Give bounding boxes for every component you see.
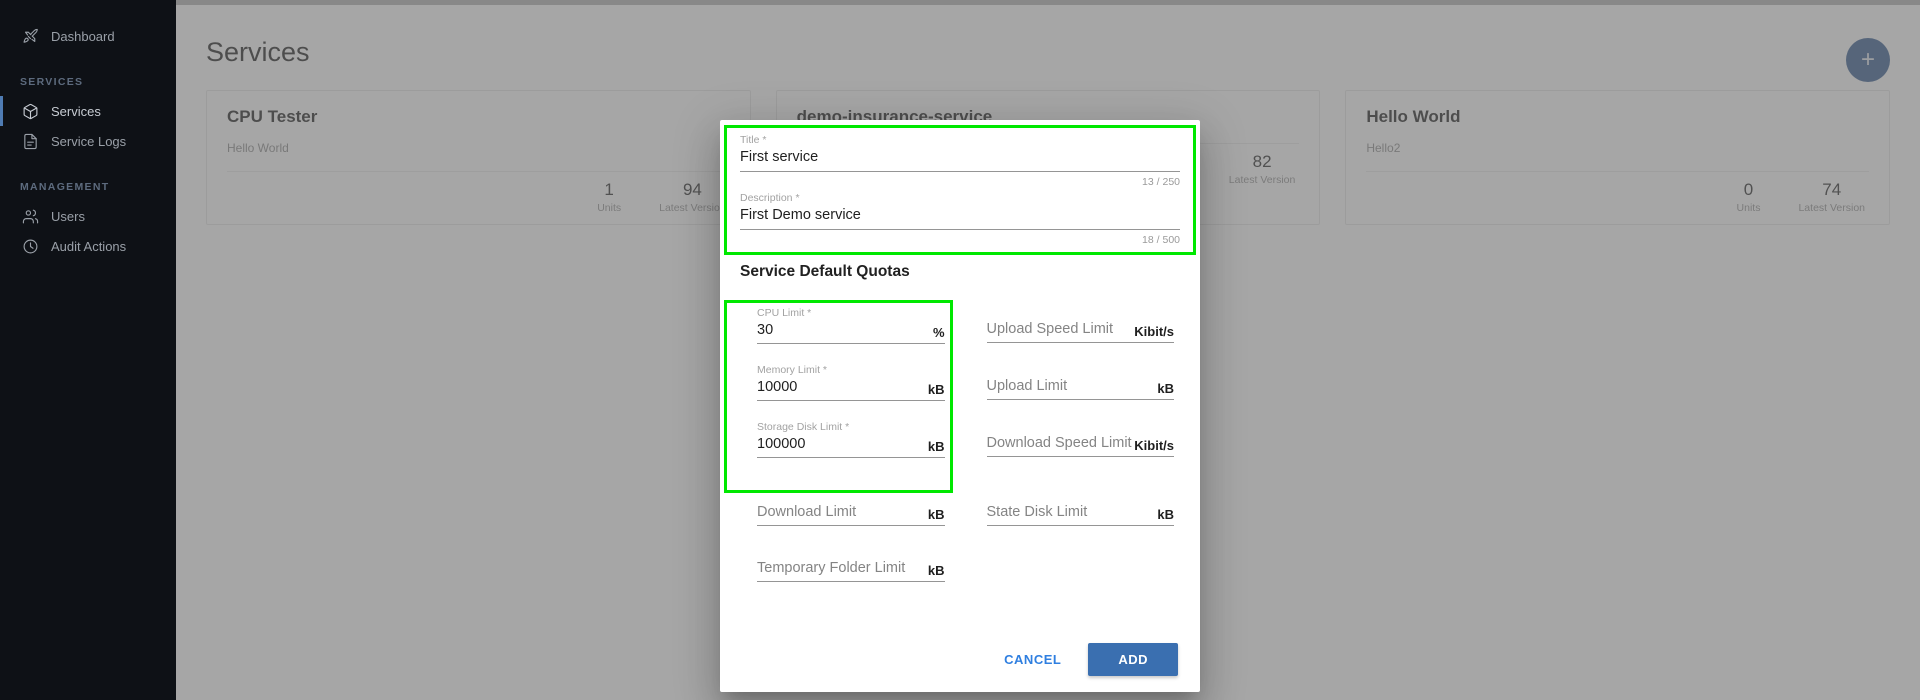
memory-limit-input[interactable]: 10000 kB (757, 378, 945, 401)
description-input-value: First Demo service (740, 207, 861, 223)
state-disk-limit-placeholder: State Disk Limit (986, 504, 1088, 520)
users-icon (20, 206, 40, 226)
cpu-limit-input[interactable]: 30 % (757, 321, 945, 344)
temporary-folder-limit-placeholder: Temporary Folder Limit (757, 560, 906, 576)
title-input[interactable]: First service (740, 148, 1180, 172)
title-input-value: First service (740, 149, 819, 165)
description-input[interactable]: First Demo service (740, 206, 1180, 230)
upload-limit-field: Upload Limit kB (986, 344, 1174, 401)
cancel-button[interactable]: CANCEL (991, 643, 1074, 676)
sidebar-item-audit-actions[interactable]: Audit Actions (0, 231, 176, 261)
sidebar: Dashboard SERVICES Services Service Logs (0, 0, 176, 700)
clock-icon (20, 236, 40, 256)
upload-speed-limit-unit: Kibit/s (1134, 324, 1174, 339)
download-limit-placeholder: Download Limit (757, 504, 857, 520)
storage-disk-limit-field: Storage Disk Limit * 100000 kB (757, 401, 945, 458)
sidebar-label-service-logs: Service Logs (51, 133, 127, 149)
app-root: Dashboard SERVICES Services Service Logs (0, 0, 1920, 700)
download-speed-limit-field: Download Speed Limit Kibit/s (986, 401, 1174, 458)
rocket-icon (20, 26, 40, 46)
add-service-dialog: Title * First service 13 / 250 Descripti… (720, 120, 1200, 692)
sidebar-item-users[interactable]: Users (0, 201, 176, 231)
storage-disk-limit-unit: kB (927, 439, 945, 454)
quotas-grid: CPU Limit * 30 % Upload Speed Limit Kibi… (740, 287, 1180, 582)
download-limit-unit: kB (927, 507, 945, 522)
storage-disk-limit-label: Storage Disk Limit * (757, 421, 850, 433)
download-speed-limit-unit: Kibit/s (1134, 438, 1174, 453)
sidebar-item-service-logs[interactable]: Service Logs (0, 126, 176, 156)
upload-speed-limit-input[interactable]: Upload Speed Limit Kibit/s (986, 320, 1174, 343)
cube-icon (20, 101, 40, 121)
upload-speed-limit-placeholder: Upload Speed Limit (986, 321, 1114, 337)
sidebar-label-audit-actions: Audit Actions (51, 238, 127, 254)
storage-disk-limit-value: 100000 (757, 436, 806, 452)
state-disk-limit-field: State Disk Limit kB (986, 458, 1174, 526)
upload-limit-placeholder: Upload Limit (986, 378, 1068, 394)
document-icon (20, 131, 40, 151)
sidebar-label-services: Services (51, 103, 101, 119)
dialog-actions: CANCEL ADD (991, 643, 1178, 676)
quotas-section-heading: Service Default Quotas (740, 263, 910, 280)
upload-limit-input[interactable]: Upload Limit kB (986, 377, 1174, 400)
sidebar-group-management: MANAGEMENT (20, 181, 110, 193)
upload-limit-unit: kB (1157, 381, 1174, 396)
cpu-limit-value: 30 (757, 322, 774, 338)
temporary-folder-limit-field: Temporary Folder Limit kB (757, 526, 945, 582)
memory-limit-unit: kB (927, 382, 945, 397)
sidebar-item-services[interactable]: Services (0, 96, 176, 126)
state-disk-limit-unit: kB (1157, 507, 1174, 522)
sidebar-group-services: SERVICES (20, 76, 84, 88)
description-field-label: Description * (740, 192, 800, 204)
cpu-limit-unit: % (932, 325, 945, 340)
download-limit-field: Download Limit kB (757, 458, 945, 526)
temporary-folder-limit-input[interactable]: Temporary Folder Limit kB (757, 559, 945, 582)
memory-limit-value: 10000 (757, 379, 798, 395)
title-char-counter: 13 / 250 (1142, 176, 1180, 188)
state-disk-limit-input[interactable]: State Disk Limit kB (986, 503, 1174, 526)
sidebar-label-users: Users (51, 208, 85, 224)
memory-limit-label: Memory Limit * (757, 364, 828, 376)
temporary-folder-limit-unit: kB (927, 563, 945, 578)
title-field-label: Title * (740, 134, 767, 146)
cpu-limit-label: CPU Limit * (757, 307, 812, 319)
add-button[interactable]: ADD (1088, 643, 1178, 676)
title-field-group: Title * First service 13 / 250 (740, 120, 1180, 188)
download-speed-limit-placeholder: Download Speed Limit (986, 435, 1132, 451)
description-char-counter: 18 / 500 (1142, 234, 1180, 246)
download-limit-input[interactable]: Download Limit kB (757, 503, 945, 526)
memory-limit-field: Memory Limit * 10000 kB (757, 344, 945, 401)
upload-speed-limit-field: Upload Speed Limit Kibit/s (986, 287, 1174, 344)
sidebar-label-dashboard: Dashboard (51, 28, 115, 44)
storage-disk-limit-input[interactable]: 100000 kB (757, 435, 945, 458)
sidebar-item-dashboard[interactable]: Dashboard (0, 21, 176, 51)
cpu-limit-field: CPU Limit * 30 % (757, 287, 945, 344)
description-field-group: Description * First Demo service 18 / 50… (740, 188, 1180, 246)
download-speed-limit-input[interactable]: Download Speed Limit Kibit/s (986, 434, 1174, 457)
